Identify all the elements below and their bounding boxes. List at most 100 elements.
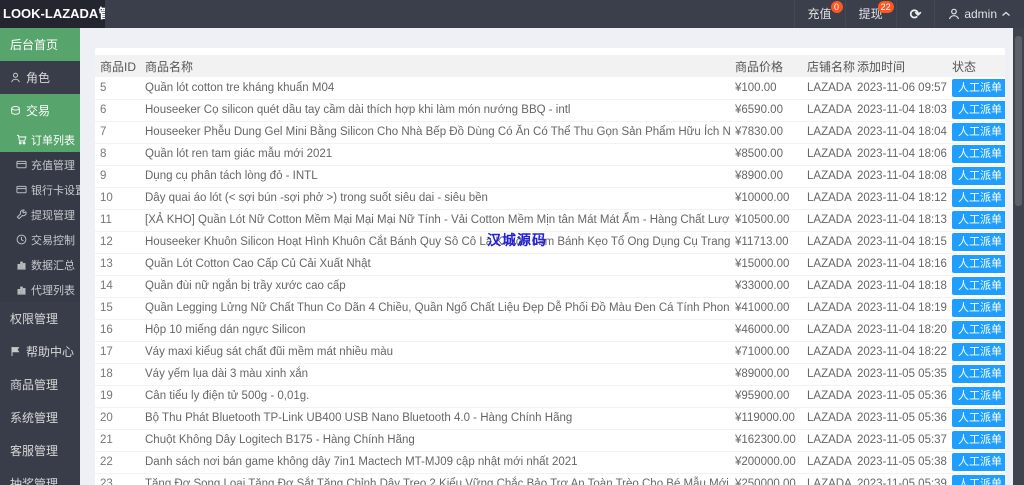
manual-dispatch-button[interactable]: 人工派单 (952, 255, 1005, 273)
sidebar-item[interactable]: 商品管理 (0, 368, 80, 401)
added-time: 2023-11-05 05:36:01 (852, 385, 947, 407)
sidebar-item[interactable]: 客服管理 (0, 434, 80, 467)
product-price: ¥8500.00 (730, 143, 802, 165)
sidebar-item[interactable]: 银行卡设置 (0, 177, 80, 202)
added-time: 2023-11-04 18:03:13 (852, 99, 947, 121)
store-name: LAZADA (802, 253, 852, 275)
manual-dispatch-button[interactable]: 人工派单 (952, 79, 1005, 97)
manual-dispatch-button[interactable]: 人工派单 (952, 409, 1005, 427)
added-time: 2023-11-04 18:15:10 (852, 231, 947, 253)
table-row: 13Quần Lót Cotton Cao Cấp Củ Cải Xuất Nh… (95, 253, 1005, 275)
recharge-label: 充值 (808, 0, 832, 28)
sidebar-item[interactable]: 充值管理 (0, 152, 80, 177)
sidebar-item[interactable]: 系统管理 (0, 401, 80, 434)
status-cell: 人工派单 (947, 407, 1005, 429)
sidebar-item-label: 抽奖管理 (10, 475, 58, 485)
withdraw-menu[interactable]: 提现 22 (845, 0, 896, 28)
sidebar-item[interactable]: 数据汇总 (0, 252, 80, 277)
scrollbar-thumb[interactable] (1015, 36, 1022, 206)
product-price: ¥41000.00 (730, 297, 802, 319)
sidebar-item[interactable]: 后台首页 (0, 28, 80, 61)
manual-dispatch-button[interactable]: 人工派单 (952, 453, 1005, 471)
product-name: Tăng Đơ Song Loại Tăng Đơ Sắt Tăng Chỉnh… (140, 473, 730, 485)
status-cell: 人工派单 (947, 319, 1005, 341)
user-menu[interactable]: admin (934, 0, 1024, 28)
store-name: LAZADA (802, 319, 852, 341)
product-id: 22 (95, 451, 140, 473)
product-name: Quần lót ren tam giác mẫu mới 2021 (140, 143, 730, 165)
added-time: 2023-11-05 05:35:07 (852, 363, 947, 385)
sidebar-item[interactable]: 角色 (0, 61, 80, 94)
sidebar-item[interactable]: 帮助中心 (0, 335, 80, 368)
product-id: 14 (95, 275, 140, 297)
product-id: 18 (95, 363, 140, 385)
sidebar-item[interactable]: 代理列表 (0, 277, 80, 302)
product-price: ¥119000.00 (730, 407, 802, 429)
recharge-menu[interactable]: 充值 0 (794, 0, 845, 28)
manual-dispatch-button[interactable]: 人工派单 (952, 211, 1005, 229)
manual-dispatch-button[interactable]: 人工派单 (952, 475, 1005, 485)
manual-dispatch-button[interactable]: 人工派单 (952, 387, 1005, 405)
cart-icon (16, 134, 27, 145)
manual-dispatch-button[interactable]: 人工派单 (952, 101, 1005, 119)
product-id: 16 (95, 319, 140, 341)
product-name: Váy maxi kiểug sát chất đũi mềm mát nhiề… (140, 341, 730, 363)
status-cell: 人工派单 (947, 473, 1005, 485)
manual-dispatch-button[interactable]: 人工派单 (952, 189, 1005, 207)
page-scrollbar[interactable] (1013, 28, 1024, 485)
status-cell: 人工派单 (947, 165, 1005, 187)
user-icon (948, 8, 960, 20)
app-title: LOOK-LAZADA管理后... (0, 0, 105, 28)
product-id: 11 (95, 209, 140, 231)
sidebar-item-label: 交易 (26, 102, 50, 119)
manual-dispatch-button[interactable]: 人工派单 (952, 365, 1005, 383)
trade-icon (10, 105, 21, 116)
status-cell: 人工派单 (947, 121, 1005, 143)
header-spacer (105, 0, 794, 28)
sidebar-item[interactable]: 订单列表 (0, 127, 80, 152)
manual-dispatch-button[interactable]: 人工派单 (952, 277, 1005, 295)
sidebar-item-label: 客服管理 (10, 442, 58, 459)
manual-dispatch-button[interactable]: 人工派单 (952, 167, 1005, 185)
manual-dispatch-button[interactable]: 人工派单 (952, 123, 1005, 141)
sidebar-item-label: 银行卡设置 (31, 182, 80, 198)
store-name: LAZADA (802, 121, 852, 143)
clock-icon (16, 234, 27, 245)
sidebar-item[interactable]: 提现管理 (0, 202, 80, 227)
table-row: 18Váy yếm lụa dài 3 màu xinh xắn¥89000.0… (95, 363, 1005, 385)
manual-dispatch-button[interactable]: 人工派单 (952, 145, 1005, 163)
table-row: 11[XẢ KHO] Quần Lót Nữ Cotton Mềm Mại Mạ… (95, 209, 1005, 231)
store-name: LAZADA (802, 187, 852, 209)
sidebar-item[interactable]: 交易控制 (0, 227, 80, 252)
recharge-badge: 0 (831, 1, 843, 13)
table-row: 20Bộ Thu Phát Bluetooth TP-Link UB400 US… (95, 407, 1005, 429)
refresh-button[interactable]: ⟳ (896, 0, 935, 28)
product-id: 15 (95, 297, 140, 319)
product-id: 17 (95, 341, 140, 363)
sidebar-item-label: 数据汇总 (31, 257, 75, 273)
wrench-icon (16, 209, 27, 220)
manual-dispatch-button[interactable]: 人工派单 (952, 343, 1005, 361)
chevron-up-icon (1001, 10, 1011, 18)
product-price: ¥46000.00 (730, 319, 802, 341)
sidebar-item[interactable]: 交易 (0, 94, 80, 127)
manual-dispatch-button[interactable]: 人工派单 (952, 321, 1005, 339)
status-cell: 人工派单 (947, 341, 1005, 363)
product-id: 6 (95, 99, 140, 121)
column-header: 状态 (947, 55, 1005, 77)
manual-dispatch-button[interactable]: 人工派单 (952, 233, 1005, 251)
sidebar-item[interactable]: 权限管理 (0, 302, 80, 335)
status-cell: 人工派单 (947, 187, 1005, 209)
card-icon (16, 184, 27, 195)
added-time: 2023-11-05 05:36:48 (852, 407, 947, 429)
sidebar-item-label: 提现管理 (31, 207, 75, 223)
added-time: 2023-11-05 05:38:22 (852, 451, 947, 473)
top-header: LOOK-LAZADA管理后... 充值 0 提现 22 ⟳ admin (0, 0, 1024, 28)
manual-dispatch-button[interactable]: 人工派单 (952, 431, 1005, 449)
sidebar-item[interactable]: 抽奖管理 (0, 467, 80, 485)
product-id: 13 (95, 253, 140, 275)
manual-dispatch-button[interactable]: 人工派单 (952, 299, 1005, 317)
added-time: 2023-11-06 09:57:08 (852, 77, 947, 99)
product-name: Danh sách nơi bán game không dây 7in1 Ma… (140, 451, 730, 473)
product-name: Dụng cụ phân tách lòng đỏ - INTL (140, 165, 730, 187)
